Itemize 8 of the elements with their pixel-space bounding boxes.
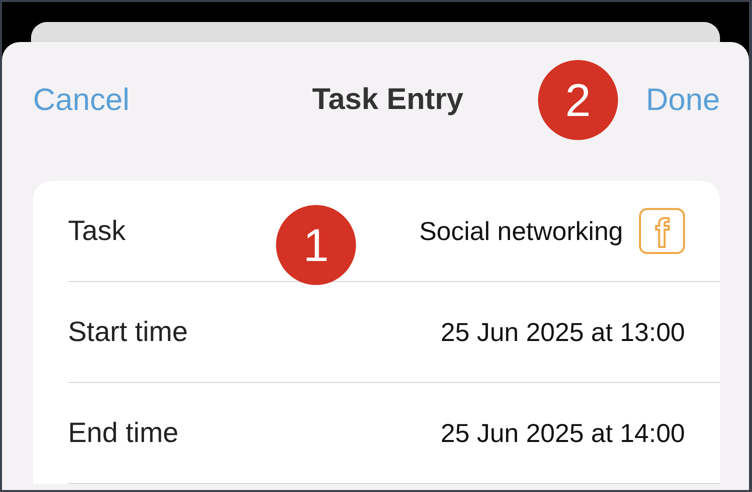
time-value[interactable]: 25 Jun 2025 at 14:00: [440, 418, 685, 448]
row-label: Task: [68, 215, 126, 247]
sheet-title: Task Entry: [312, 83, 464, 117]
row-label: End time: [68, 417, 178, 449]
time-value[interactable]: 25 Jun 2025 at 13:00: [440, 316, 685, 348]
social-icon: f: [639, 208, 685, 254]
task-value[interactable]: Social networking: [419, 216, 623, 246]
row-label: Start time: [68, 316, 188, 348]
